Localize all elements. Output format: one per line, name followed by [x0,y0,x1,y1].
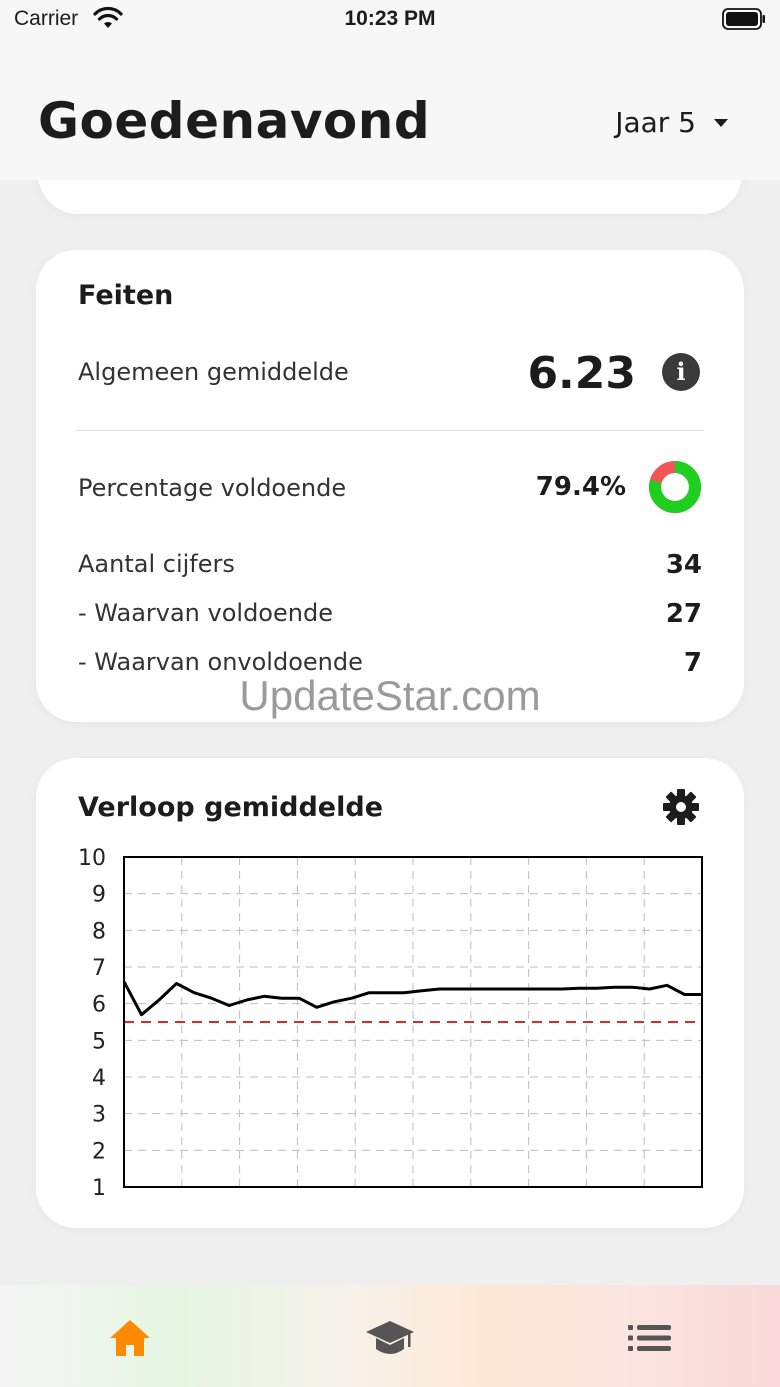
status-time: 10:23 PM [344,7,436,30]
facts-title: Feiten [78,280,174,311]
sufficient-value: 27 [665,599,702,629]
tab-grades[interactable] [360,1313,420,1363]
sufficient-label: - Waarvan voldoende [78,599,333,627]
home-icon [110,1320,150,1356]
grade-count-label: Aantal cijfers [78,550,235,578]
divider [76,430,704,431]
graduation-cap-icon [366,1321,414,1354]
y-tick-label: 2 [92,1139,106,1164]
watermark: UpdateStar.com [239,672,541,719]
status-bar: Carrier 10:23 PM [0,0,780,40]
average-label: Algemeen gemiddelde [78,358,349,386]
y-tick-label: 7 [92,956,106,981]
grade-count-value: 34 [665,550,702,580]
average-trend-card: Verloop gemiddelde 10 9 8 7 6 5 4 3 2 1 [36,758,744,1228]
average-trend-chart: 10 9 8 7 6 5 4 3 2 1 [78,846,703,1201]
percentage-label: Percentage voldoende [78,474,347,502]
list-icon [628,1325,671,1351]
header: Goedenavond Jaar 5 [0,40,780,180]
y-tick-label: 8 [92,919,106,944]
facts-card: Feiten Algemeen gemiddelde 6.23 i Percen… [36,250,744,722]
tab-home[interactable] [100,1313,160,1363]
y-tick-label: 6 [92,993,106,1018]
page-title: Goedenavond [38,92,431,150]
pass-rate-donut-icon [649,461,701,513]
y-tick-label: 4 [92,1066,106,1091]
tab-bar [0,1285,780,1387]
caret-down-icon [714,118,728,127]
percentage-value: 79.4% [535,472,626,502]
y-tick-label: 3 [92,1103,106,1128]
year-selector[interactable]: Jaar 5 [615,106,728,139]
year-selector-label: Jaar 5 [615,106,696,139]
y-tick-label: 10 [78,846,106,871]
y-tick-label: 1 [92,1176,106,1201]
tab-list[interactable] [620,1313,680,1363]
y-tick-label: 5 [92,1029,106,1054]
average-value: 6.23 [527,348,636,399]
battery-icon [722,8,765,30]
y-tick-label: 9 [92,883,106,908]
info-icon[interactable]: i [662,353,700,391]
